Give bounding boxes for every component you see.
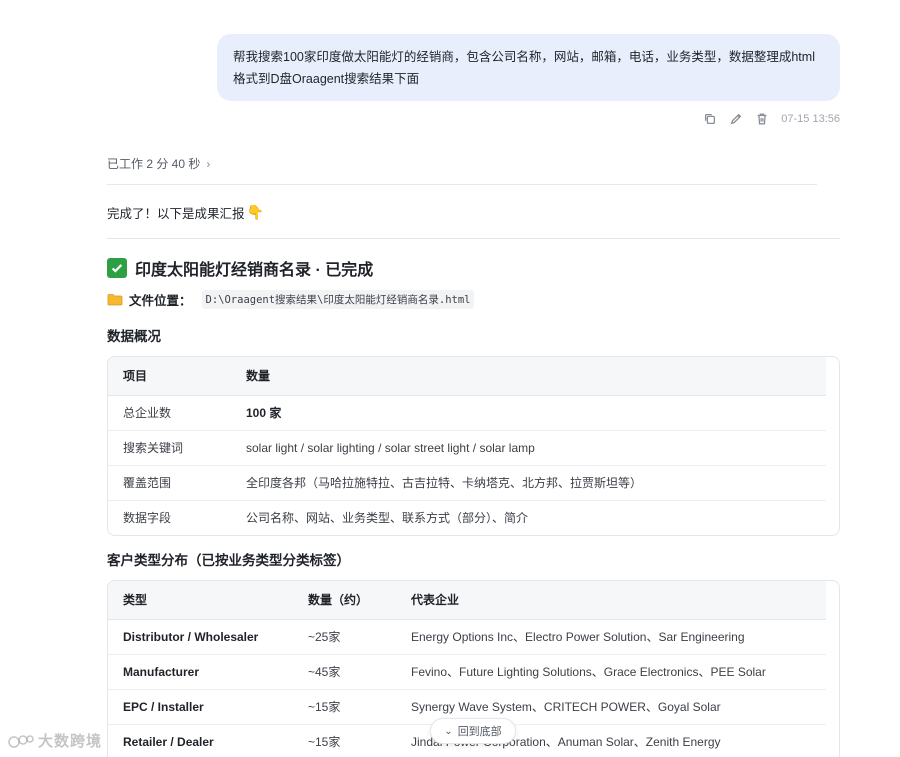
chevron-right-icon: › [206, 156, 211, 171]
distribution-heading: 客户类型分布（已按业务类型分类标签） [107, 553, 350, 568]
watermark-icon [8, 734, 34, 748]
table-cell: 公司名称、网站、业务类型、联系方式（部分）、简介 [246, 511, 529, 526]
table-row: 总企业数 100 家 [108, 395, 826, 431]
column-header: 代表企业 [396, 581, 826, 620]
report-title-text: 印度太阳能灯经销商名录 · 已完成 [135, 262, 374, 279]
scroll-to-bottom-label: 回到底部 [457, 726, 502, 738]
table-cell: EPC / Installer [108, 689, 293, 725]
file-path: D:\Oraagent搜索结果\印度太阳能灯经销商名录.html [201, 290, 475, 309]
column-header: 数量 [231, 357, 826, 396]
user-message-text: 帮我搜索100家印度做太阳能灯的经销商，包含公司名称，网站，邮箱，电话，业务类型… [233, 50, 815, 86]
worked-duration-label: 已工作 2 分 40 秒 [107, 157, 201, 171]
column-header: 数量（约） [293, 581, 396, 620]
chevron-down-icon: ⌄ [444, 725, 453, 737]
table-cell: 总企业数 [108, 395, 231, 431]
watermark-text: 大数跨境 [38, 733, 103, 750]
pointing-down-icon: 👇 [246, 204, 264, 220]
overview-table: 项目 数量 总企业数 100 家 搜索关键词 solar light / sol… [107, 356, 840, 536]
table-cell: solar light / solar lighting / solar str… [231, 430, 826, 466]
completion-text: 完成了！以下是成果汇报 [107, 207, 245, 221]
message-timestamp: 07-15 13:56 [781, 113, 840, 125]
table-cell: Manufacturer [108, 654, 293, 690]
table-row: 搜索关键词 solar light / solar lighting / sol… [108, 430, 826, 466]
table-cell: ~15家 [293, 689, 396, 725]
copy-icon[interactable] [703, 112, 717, 126]
table-cell: Energy Options Inc、Electro Power Solutio… [396, 619, 826, 655]
table-row: 数据字段 公司名称、网站、业务类型、联系方式（部分）、简介 [108, 500, 826, 535]
overview-heading: 数据概况 [107, 329, 161, 344]
column-header: 项目 [108, 357, 231, 396]
table-cell: 搜索关键词 [108, 430, 231, 466]
worked-duration-toggle[interactable]: 已工作 2 分 40 秒 › [107, 155, 210, 172]
completion-message: 完成了！以下是成果汇报 👇 [107, 203, 264, 222]
table-cell: Retailer / Dealer [123, 734, 214, 749]
table-cell: 100 家 [231, 395, 826, 431]
report-title: 印度太阳能灯经销商名录 · 已完成 [107, 256, 373, 280]
table-header-row: 类型 数量（约） 代表企业 [108, 581, 826, 620]
scroll-to-bottom-button[interactable]: ⌄ 回到底部 [430, 718, 516, 744]
table-cell: ~45家 [293, 654, 396, 690]
table-cell: ~25家 [293, 619, 396, 655]
delete-icon[interactable] [755, 112, 769, 126]
divider [107, 184, 817, 185]
table-cell: 数据字段 [123, 511, 172, 526]
table-row: 覆盖范围 全印度各邦（马哈拉施特拉、古吉拉特、卡纳塔克、北方邦、拉贾斯坦等） [108, 465, 826, 501]
table-row: Distributor / Wholesaler ~25家 Energy Opt… [108, 619, 826, 655]
table-cell: Distributor / Wholesaler [108, 619, 293, 655]
check-mark-icon [107, 258, 127, 278]
user-message-bubble: 帮我搜索100家印度做太阳能灯的经销商，包含公司名称，网站，邮箱，电话，业务类型… [217, 34, 840, 101]
divider [107, 238, 840, 239]
edit-icon[interactable] [729, 112, 743, 126]
file-location-label: 文件位置： [129, 294, 192, 308]
column-header: 类型 [108, 581, 293, 620]
folder-icon [107, 293, 123, 306]
table-cell: 覆盖范围 [108, 465, 231, 501]
table-cell: ~15家 [308, 735, 341, 750]
file-location-row: 文件位置： D:\Oraagent搜索结果\印度太阳能灯经销商名录.html [107, 290, 475, 309]
table-row: Manufacturer ~45家 Fevino、Future Lighting… [108, 654, 826, 690]
table-cell: Fevino、Future Lighting Solutions、Grace E… [396, 654, 826, 690]
message-actions: 07-15 13:56 [703, 112, 840, 126]
table-header-row: 项目 数量 [108, 357, 826, 396]
watermark-logo: 大数跨境 [8, 730, 102, 751]
table-cell: 全印度各邦（马哈拉施特拉、古吉拉特、卡纳塔克、北方邦、拉贾斯坦等） [231, 465, 826, 501]
